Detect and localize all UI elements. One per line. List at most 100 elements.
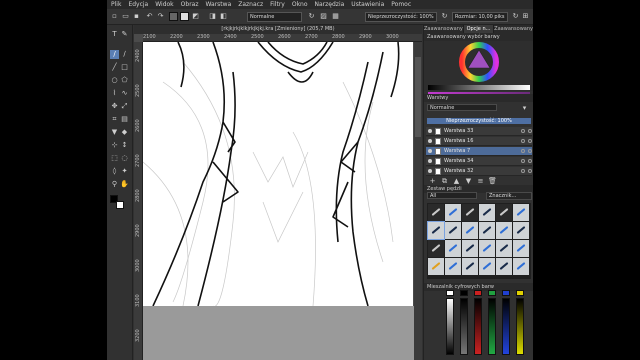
mirror-icon[interactable]: ▦ bbox=[331, 12, 340, 21]
mixer-slider[interactable] bbox=[502, 298, 510, 355]
alpha-lock-icon[interactable]: ▨ bbox=[319, 12, 328, 21]
brush-tag-filter[interactable]: All bbox=[427, 192, 477, 199]
menu-view[interactable]: Widok bbox=[155, 1, 173, 8]
eye-icon[interactable] bbox=[428, 129, 432, 133]
alpha-icon[interactable] bbox=[528, 129, 532, 133]
drawing-canvas[interactable] bbox=[143, 42, 413, 306]
eye-icon[interactable] bbox=[428, 139, 432, 143]
ellipse-tool-icon[interactable]: ○ bbox=[110, 76, 119, 85]
polygon-tool-icon[interactable]: ⬠ bbox=[120, 76, 129, 85]
rectangle-tool-icon[interactable]: □ bbox=[120, 63, 129, 72]
layer-row[interactable]: Warstwa 34 bbox=[426, 157, 532, 166]
layer-row[interactable]: Warstwa 32 bbox=[426, 167, 532, 176]
alpha-icon[interactable] bbox=[528, 169, 532, 173]
mixer-slider[interactable] bbox=[446, 298, 454, 355]
brush-preset[interactable] bbox=[496, 222, 512, 239]
polyline-tool-icon[interactable]: ⌇ bbox=[110, 89, 119, 98]
value-strip[interactable] bbox=[428, 85, 530, 90]
lock-icon[interactable] bbox=[521, 159, 525, 163]
brush-preset[interactable] bbox=[513, 258, 529, 275]
mixer-color-swatch[interactable] bbox=[488, 290, 496, 296]
mixer-slider[interactable] bbox=[488, 298, 496, 355]
layer-blend-mode[interactable]: Normalne bbox=[427, 104, 497, 111]
mixer-slider[interactable] bbox=[516, 298, 524, 355]
text-tool-icon[interactable]: T bbox=[110, 30, 119, 39]
menu-filter[interactable]: Filtry bbox=[270, 1, 285, 8]
menu-image[interactable]: Obraz bbox=[181, 1, 199, 8]
brush-preset[interactable] bbox=[496, 204, 512, 221]
menu-help[interactable]: Pomoc bbox=[391, 1, 411, 8]
brush-preset[interactable] bbox=[496, 258, 512, 275]
blend-mode-select[interactable]: Normalne bbox=[247, 12, 302, 22]
measure-tool-icon[interactable]: ↕ bbox=[120, 141, 129, 150]
contiguous-select-tool-icon[interactable]: ✦ bbox=[120, 167, 129, 176]
menu-tools[interactable]: Narzędzia bbox=[315, 1, 345, 8]
brush-preset[interactable] bbox=[479, 258, 495, 275]
tab-advanced-color[interactable]: Zaawansowany wybór barwy bbox=[424, 25, 464, 40]
mixer-color-swatch[interactable] bbox=[460, 290, 468, 296]
menu-select[interactable]: Zaznacz bbox=[238, 1, 263, 8]
ellipse-select-tool-icon[interactable]: ◌ bbox=[120, 154, 129, 163]
reload-preset-icon[interactable]: ↻ bbox=[307, 12, 316, 21]
redo-icon[interactable]: ↷ bbox=[156, 12, 165, 21]
menu-layer[interactable]: Warstwa bbox=[205, 1, 231, 8]
rect-select-tool-icon[interactable]: ⬚ bbox=[110, 154, 119, 163]
lock-icon[interactable] bbox=[521, 129, 525, 133]
brush-preset[interactable] bbox=[445, 222, 461, 239]
brush-preset[interactable] bbox=[462, 258, 478, 275]
menu-window[interactable]: Okno bbox=[292, 1, 308, 8]
background-color[interactable] bbox=[116, 201, 124, 209]
crop-tool-icon[interactable]: ⌗ bbox=[110, 115, 119, 124]
eye-icon[interactable] bbox=[428, 169, 432, 173]
line-tool-icon[interactable]: ╱ bbox=[110, 63, 119, 72]
tab-advanced-color-2[interactable]: Zaawansowany wybór bbox=[494, 25, 533, 40]
menu-settings[interactable]: Ustawienia bbox=[351, 1, 384, 8]
brush-preset-selected[interactable] bbox=[427, 221, 445, 240]
pan-tool-icon[interactable]: ✋ bbox=[120, 180, 129, 189]
fill-tool-icon[interactable]: ▼ bbox=[110, 128, 119, 137]
brush-preset[interactable] bbox=[445, 204, 461, 221]
lock-icon[interactable] bbox=[521, 139, 525, 143]
eraser-mode-icon[interactable]: ◨ bbox=[208, 12, 217, 21]
mixer-color-swatch[interactable] bbox=[474, 290, 482, 296]
pattern-swatch[interactable] bbox=[180, 12, 189, 21]
lock-icon[interactable] bbox=[521, 149, 525, 153]
move-tool-icon[interactable]: ✥ bbox=[110, 102, 119, 111]
mixer-color-swatch[interactable] bbox=[516, 290, 524, 296]
assistant-tool-icon[interactable]: ⊹ bbox=[110, 141, 119, 150]
mixer-color-swatch[interactable] bbox=[446, 290, 454, 296]
tab-tool-options[interactable]: Opcje n... bbox=[463, 25, 495, 33]
brush-preset[interactable] bbox=[428, 204, 444, 221]
freehand-select-tool-icon[interactable]: ◊ bbox=[110, 167, 119, 176]
undo-icon[interactable]: ↶ bbox=[145, 12, 154, 21]
mixer-slider[interactable] bbox=[460, 298, 468, 355]
brush-preset[interactable] bbox=[513, 222, 529, 239]
freehand-brush-tool-icon[interactable]: / bbox=[110, 50, 119, 59]
brush-preset[interactable] bbox=[513, 240, 529, 257]
brush-preset[interactable] bbox=[479, 204, 495, 221]
gradient-tool-icon[interactable]: ▤ bbox=[120, 115, 129, 124]
brush-preset[interactable] bbox=[462, 240, 478, 257]
eyedropper-tool-icon[interactable]: ✎ bbox=[120, 30, 129, 39]
menu-file[interactable]: Plik bbox=[111, 1, 121, 8]
mixer-color-swatch[interactable] bbox=[502, 290, 510, 296]
size-reset-icon[interactable]: ↻ bbox=[511, 12, 520, 21]
layer-row[interactable]: Warstwa 33 bbox=[426, 127, 532, 136]
mixer-slider[interactable] bbox=[474, 298, 482, 355]
lock-icon[interactable] bbox=[521, 169, 525, 173]
brush-preset[interactable] bbox=[462, 204, 478, 221]
brush-preset[interactable] bbox=[513, 204, 529, 221]
brush-search-input[interactable]: Znacznik... bbox=[486, 192, 532, 200]
zoom-tool-icon[interactable]: ⚲ bbox=[110, 180, 119, 189]
menu-edit[interactable]: Edycja bbox=[128, 1, 148, 8]
bezier-tool-icon[interactable]: ∿ bbox=[120, 89, 129, 98]
gradient-swatch[interactable] bbox=[169, 12, 178, 21]
advanced-color-selector[interactable] bbox=[424, 41, 533, 96]
calligraphy-tool-icon[interactable]: ∕ bbox=[120, 50, 129, 59]
save-icon[interactable]: ▪ bbox=[132, 12, 141, 21]
brush-preset[interactable] bbox=[428, 258, 444, 275]
color-wheel[interactable] bbox=[424, 41, 533, 85]
layer-row-selected[interactable]: Warstwa 7 bbox=[426, 147, 532, 156]
opacity-reset-icon[interactable]: ↻ bbox=[440, 12, 449, 21]
brush-preset[interactable] bbox=[445, 258, 461, 275]
